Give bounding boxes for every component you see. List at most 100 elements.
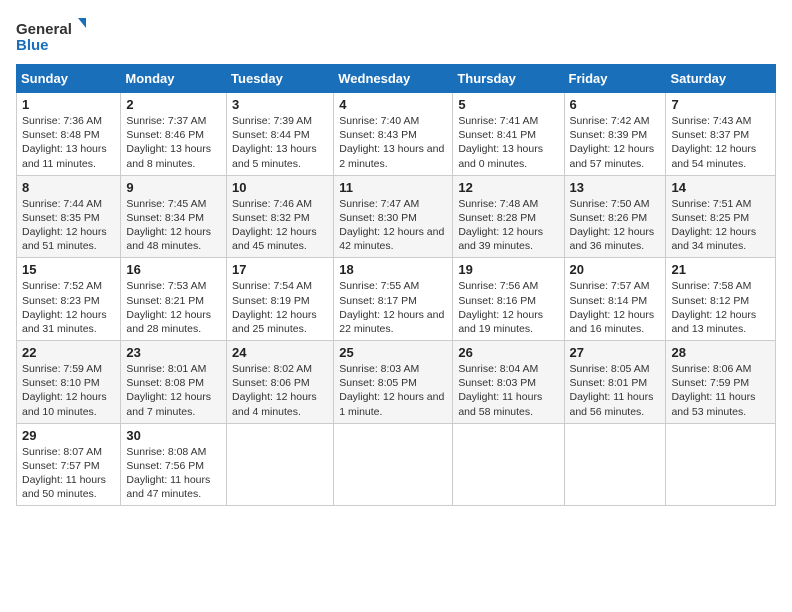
calendar-week-2: 8 Sunrise: 7:44 AM Sunset: 8:35 PM Dayli… (17, 175, 776, 258)
cell-content: Sunrise: 7:50 AM Sunset: 8:26 PM Dayligh… (570, 197, 661, 254)
weekday-header-monday: Monday (121, 65, 227, 93)
day-number: 11 (339, 180, 447, 195)
calendar-cell: 12 Sunrise: 7:48 AM Sunset: 8:28 PM Dayl… (453, 175, 564, 258)
calendar-cell: 25 Sunrise: 8:03 AM Sunset: 8:05 PM Dayl… (334, 341, 453, 424)
calendar-cell: 20 Sunrise: 7:57 AM Sunset: 8:14 PM Dayl… (564, 258, 666, 341)
calendar-cell: 22 Sunrise: 7:59 AM Sunset: 8:10 PM Dayl… (17, 341, 121, 424)
day-number: 13 (570, 180, 661, 195)
calendar-header: SundayMondayTuesdayWednesdayThursdayFrid… (17, 65, 776, 93)
calendar-cell: 8 Sunrise: 7:44 AM Sunset: 8:35 PM Dayli… (17, 175, 121, 258)
calendar-cell: 4 Sunrise: 7:40 AM Sunset: 8:43 PM Dayli… (334, 93, 453, 176)
cell-content: Sunrise: 7:37 AM Sunset: 8:46 PM Dayligh… (126, 114, 221, 171)
day-number: 26 (458, 345, 558, 360)
day-number: 27 (570, 345, 661, 360)
cell-content: Sunrise: 8:03 AM Sunset: 8:05 PM Dayligh… (339, 362, 447, 419)
weekday-header-wednesday: Wednesday (334, 65, 453, 93)
calendar-cell: 21 Sunrise: 7:58 AM Sunset: 8:12 PM Dayl… (666, 258, 776, 341)
cell-content: Sunrise: 7:52 AM Sunset: 8:23 PM Dayligh… (22, 279, 115, 336)
svg-text:General: General (16, 21, 72, 38)
calendar-cell: 30 Sunrise: 8:08 AM Sunset: 7:56 PM Dayl… (121, 423, 227, 506)
logo-svg: General Blue (16, 16, 86, 56)
calendar-cell: 10 Sunrise: 7:46 AM Sunset: 8:32 PM Dayl… (227, 175, 334, 258)
calendar-cell: 24 Sunrise: 8:02 AM Sunset: 8:06 PM Dayl… (227, 341, 334, 424)
cell-content: Sunrise: 7:55 AM Sunset: 8:17 PM Dayligh… (339, 279, 447, 336)
cell-content: Sunrise: 7:36 AM Sunset: 8:48 PM Dayligh… (22, 114, 115, 171)
calendar-cell: 13 Sunrise: 7:50 AM Sunset: 8:26 PM Dayl… (564, 175, 666, 258)
day-number: 7 (671, 97, 770, 112)
day-number: 6 (570, 97, 661, 112)
calendar-cell (666, 423, 776, 506)
calendar-cell (334, 423, 453, 506)
calendar-cell: 2 Sunrise: 7:37 AM Sunset: 8:46 PM Dayli… (121, 93, 227, 176)
cell-content: Sunrise: 8:08 AM Sunset: 7:56 PM Dayligh… (126, 445, 221, 502)
cell-content: Sunrise: 8:02 AM Sunset: 8:06 PM Dayligh… (232, 362, 328, 419)
day-number: 24 (232, 345, 328, 360)
day-number: 22 (22, 345, 115, 360)
cell-content: Sunrise: 7:54 AM Sunset: 8:19 PM Dayligh… (232, 279, 328, 336)
calendar-cell: 1 Sunrise: 7:36 AM Sunset: 8:48 PM Dayli… (17, 93, 121, 176)
cell-content: Sunrise: 7:39 AM Sunset: 8:44 PM Dayligh… (232, 114, 328, 171)
cell-content: Sunrise: 7:57 AM Sunset: 8:14 PM Dayligh… (570, 279, 661, 336)
calendar-cell: 15 Sunrise: 7:52 AM Sunset: 8:23 PM Dayl… (17, 258, 121, 341)
weekday-header-friday: Friday (564, 65, 666, 93)
page-header: General Blue (16, 16, 776, 56)
calendar-cell: 27 Sunrise: 8:05 AM Sunset: 8:01 PM Dayl… (564, 341, 666, 424)
cell-content: Sunrise: 8:05 AM Sunset: 8:01 PM Dayligh… (570, 362, 661, 419)
day-number: 1 (22, 97, 115, 112)
calendar-cell: 9 Sunrise: 7:45 AM Sunset: 8:34 PM Dayli… (121, 175, 227, 258)
calendar-cell: 29 Sunrise: 8:07 AM Sunset: 7:57 PM Dayl… (17, 423, 121, 506)
calendar-cell: 19 Sunrise: 7:56 AM Sunset: 8:16 PM Dayl… (453, 258, 564, 341)
day-number: 8 (22, 180, 115, 195)
day-number: 18 (339, 262, 447, 277)
weekday-header-thursday: Thursday (453, 65, 564, 93)
cell-content: Sunrise: 8:06 AM Sunset: 7:59 PM Dayligh… (671, 362, 770, 419)
calendar-cell: 5 Sunrise: 7:41 AM Sunset: 8:41 PM Dayli… (453, 93, 564, 176)
calendar-week-1: 1 Sunrise: 7:36 AM Sunset: 8:48 PM Dayli… (17, 93, 776, 176)
day-number: 21 (671, 262, 770, 277)
calendar-cell (227, 423, 334, 506)
day-number: 28 (671, 345, 770, 360)
day-number: 25 (339, 345, 447, 360)
calendar-cell (453, 423, 564, 506)
cell-content: Sunrise: 7:58 AM Sunset: 8:12 PM Dayligh… (671, 279, 770, 336)
day-number: 9 (126, 180, 221, 195)
cell-content: Sunrise: 7:53 AM Sunset: 8:21 PM Dayligh… (126, 279, 221, 336)
cell-content: Sunrise: 7:48 AM Sunset: 8:28 PM Dayligh… (458, 197, 558, 254)
calendar-cell (564, 423, 666, 506)
day-number: 23 (126, 345, 221, 360)
calendar-week-4: 22 Sunrise: 7:59 AM Sunset: 8:10 PM Dayl… (17, 341, 776, 424)
cell-content: Sunrise: 7:46 AM Sunset: 8:32 PM Dayligh… (232, 197, 328, 254)
day-number: 10 (232, 180, 328, 195)
calendar-week-3: 15 Sunrise: 7:52 AM Sunset: 8:23 PM Dayl… (17, 258, 776, 341)
cell-content: Sunrise: 7:51 AM Sunset: 8:25 PM Dayligh… (671, 197, 770, 254)
day-number: 3 (232, 97, 328, 112)
day-number: 12 (458, 180, 558, 195)
logo: General Blue (16, 16, 86, 56)
calendar-cell: 28 Sunrise: 8:06 AM Sunset: 7:59 PM Dayl… (666, 341, 776, 424)
day-number: 20 (570, 262, 661, 277)
cell-content: Sunrise: 8:07 AM Sunset: 7:57 PM Dayligh… (22, 445, 115, 502)
calendar-cell: 11 Sunrise: 7:47 AM Sunset: 8:30 PM Dayl… (334, 175, 453, 258)
calendar-week-5: 29 Sunrise: 8:07 AM Sunset: 7:57 PM Dayl… (17, 423, 776, 506)
calendar-table: SundayMondayTuesdayWednesdayThursdayFrid… (16, 64, 776, 506)
weekday-header-tuesday: Tuesday (227, 65, 334, 93)
calendar-cell: 16 Sunrise: 7:53 AM Sunset: 8:21 PM Dayl… (121, 258, 227, 341)
calendar-cell: 3 Sunrise: 7:39 AM Sunset: 8:44 PM Dayli… (227, 93, 334, 176)
cell-content: Sunrise: 7:47 AM Sunset: 8:30 PM Dayligh… (339, 197, 447, 254)
calendar-cell: 7 Sunrise: 7:43 AM Sunset: 8:37 PM Dayli… (666, 93, 776, 176)
cell-content: Sunrise: 7:41 AM Sunset: 8:41 PM Dayligh… (458, 114, 558, 171)
day-number: 2 (126, 97, 221, 112)
day-number: 14 (671, 180, 770, 195)
day-number: 19 (458, 262, 558, 277)
cell-content: Sunrise: 8:01 AM Sunset: 8:08 PM Dayligh… (126, 362, 221, 419)
day-number: 4 (339, 97, 447, 112)
day-number: 15 (22, 262, 115, 277)
svg-text:Blue: Blue (16, 37, 49, 54)
cell-content: Sunrise: 7:40 AM Sunset: 8:43 PM Dayligh… (339, 114, 447, 171)
cell-content: Sunrise: 7:44 AM Sunset: 8:35 PM Dayligh… (22, 197, 115, 254)
calendar-cell: 14 Sunrise: 7:51 AM Sunset: 8:25 PM Dayl… (666, 175, 776, 258)
day-number: 16 (126, 262, 221, 277)
day-number: 29 (22, 428, 115, 443)
calendar-cell: 26 Sunrise: 8:04 AM Sunset: 8:03 PM Dayl… (453, 341, 564, 424)
calendar-cell: 17 Sunrise: 7:54 AM Sunset: 8:19 PM Dayl… (227, 258, 334, 341)
